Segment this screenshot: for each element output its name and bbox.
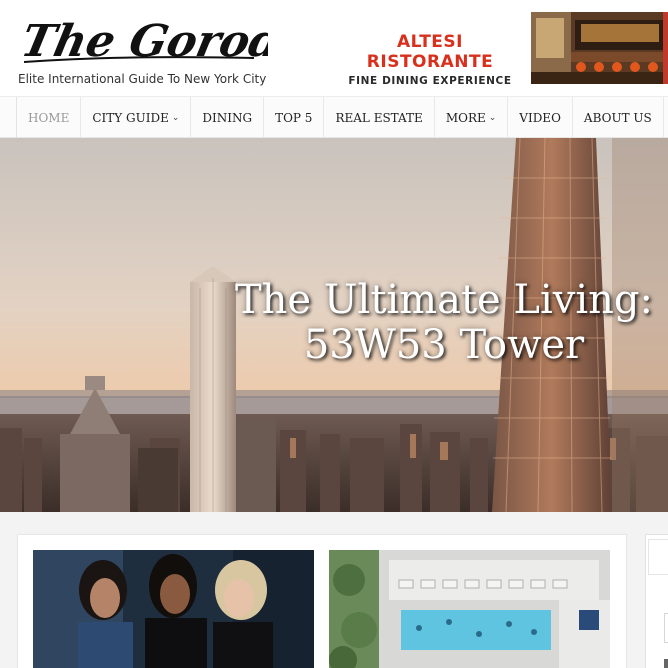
chevron-down-icon: ⌄ <box>171 112 180 123</box>
sidebar-search-button[interactable] <box>664 659 668 668</box>
nav-item-label: MORE <box>445 110 486 125</box>
hero-title[interactable]: The Ultimate Living: 53W53 Tower <box>220 278 668 368</box>
ad-banner[interactable]: ALTESI RISTORANTE FINE DINING EXPERIENCE <box>332 12 668 87</box>
nav-item-label: VIDEO <box>519 110 561 125</box>
nav-item-dining[interactable]: DINING <box>191 97 265 138</box>
content-area <box>0 512 668 668</box>
nav-item-about-us[interactable]: ABOUT US <box>573 97 664 138</box>
featured-posts-panel <box>17 534 627 668</box>
nav-item-home[interactable]: HOME <box>17 97 82 138</box>
sidebar-widget-header <box>648 539 668 575</box>
main-nav: HOME CITY GUIDE ⌄ DINING TOP 5 REAL ESTAT… <box>0 96 668 138</box>
nav-item-city-guide[interactable]: CITY GUIDE ⌄ <box>81 97 192 138</box>
ad-subtitle: FINE DINING EXPERIENCE <box>348 75 512 87</box>
nav-item-label: HOME <box>28 110 70 125</box>
hero-title-line1: The Ultimate Living: <box>234 277 654 323</box>
nav-item-label: REAL ESTATE <box>335 110 423 125</box>
logo-wordmark: The Gorod <box>18 15 268 66</box>
hero-featured-article[interactable]: The Ultimate Living: 53W53 Tower <box>0 138 668 512</box>
chevron-down-icon: ⌄ <box>488 112 497 123</box>
nav-item-label: DINING <box>202 110 253 125</box>
nav-item-label: ABOUT US <box>583 110 652 125</box>
site-header: The Gorod Elite International Guide To N… <box>0 0 668 96</box>
nav-item-top5[interactable]: TOP 5 <box>264 97 325 138</box>
ad-restaurant-photo <box>531 12 668 84</box>
nav-item-more[interactable]: MORE ⌄ <box>435 97 509 138</box>
site-logo[interactable]: The Gorod <box>18 4 268 68</box>
ad-text: ALTESI RISTORANTE FINE DINING EXPERIENCE <box>332 12 528 87</box>
post-thumbnail-fashion[interactable] <box>33 550 314 668</box>
sidebar-widget <box>645 534 668 668</box>
ad-title: ALTESI RISTORANTE <box>366 32 494 72</box>
nav-item-real-estate[interactable]: REAL ESTATE <box>324 97 435 138</box>
site-tagline: Elite International Guide To New York Ci… <box>18 72 267 86</box>
hero-title-line2: 53W53 Tower <box>303 322 585 368</box>
nav-item-label: TOP 5 <box>275 110 313 125</box>
post-thumbnail-rooftop-pool[interactable] <box>329 550 610 668</box>
sidebar-search-input[interactable] <box>664 613 668 643</box>
nav-item-label: CITY GUIDE <box>92 110 169 125</box>
nav-item-video[interactable]: VIDEO <box>508 97 573 138</box>
